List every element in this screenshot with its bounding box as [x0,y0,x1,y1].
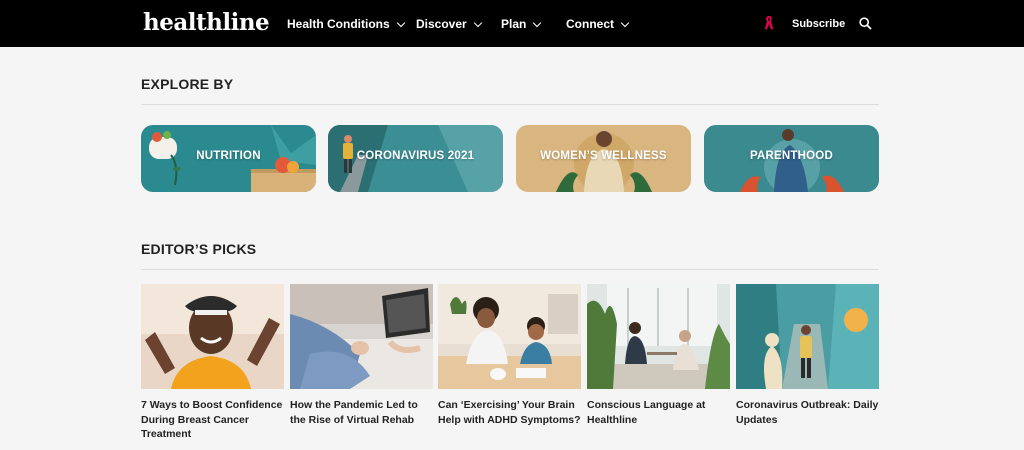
article-thumbnail [736,284,879,389]
nav-discover[interactable]: Discover [416,17,482,31]
healthline-logo[interactable]: healthline [143,8,270,38]
nav-label: Discover [416,17,467,31]
pick-caption: 7 Ways to Boost Confidence During Breast… [141,399,283,440]
pick-card-boost-confidence[interactable]: 7 Ways to Boost Confidence During Breast… [141,284,284,442]
pick-card-exercising-brain[interactable]: Can ‘Exercising’ Your Brain Help with AD… [438,284,581,427]
chevron-down-icon [396,18,405,27]
explore-card-label: NUTRITION [196,150,261,162]
divider [141,269,879,270]
nav-label: Plan [501,17,527,31]
pick-card-coronavirus-updates[interactable]: Coronavirus Outbreak: Daily Updates [736,284,879,427]
divider [141,104,879,105]
explore-card-label: WOMEN’S WELLNESS [540,150,667,162]
article-thumbnail [587,284,730,389]
awareness-ribbon-icon[interactable] [764,15,774,31]
nav-label: Connect [566,17,614,31]
nav-connect[interactable]: Connect [566,17,630,31]
search-icon[interactable] [859,17,872,30]
article-thumbnail [141,284,284,389]
explore-card-label: CORONAVIRUS 2021 [356,150,475,162]
explore-card-label: PARENTHOOD [750,150,833,162]
chevron-down-icon [533,18,542,27]
pick-caption: Conscious Language at Healthline [587,399,706,426]
pick-card-conscious-language[interactable]: Conscious Language at Healthline [587,284,730,427]
pick-caption: Coronavirus Outbreak: Daily Updates [736,399,879,426]
explore-card-nutrition[interactable]: NUTRITION [141,125,316,192]
nav-label: Health Conditions [287,17,390,31]
pick-card-virtual-rehab[interactable]: How the Pandemic Led to the Rise of Virt… [290,284,433,427]
pick-caption: Can ‘Exercising’ Your Brain Help with AD… [438,399,581,426]
explore-card-coronavirus-2021[interactable]: CORONAVIRUS 2021 [328,125,503,192]
explore-card-parenthood[interactable]: PARENTHOOD [704,125,879,192]
chevron-down-icon [620,18,630,27]
explore-card-womens-wellness[interactable]: WOMEN’S WELLNESS [516,125,691,192]
subscribe-link[interactable]: Subscribe [792,18,845,30]
article-thumbnail [438,284,581,389]
chevron-down-icon [473,18,482,27]
article-thumbnail [290,284,433,389]
editors-picks-heading: EDITOR’S PICKS [141,241,257,257]
nav-plan[interactable]: Plan [501,17,542,31]
explore-by-heading: EXPLORE BY [141,76,234,92]
pick-caption: How the Pandemic Led to the Rise of Virt… [290,399,418,426]
logo-text: healthline [143,9,270,36]
site-header: healthline Health Conditions Discover Pl… [0,0,1024,47]
nav-health-conditions[interactable]: Health Conditions [287,17,405,31]
